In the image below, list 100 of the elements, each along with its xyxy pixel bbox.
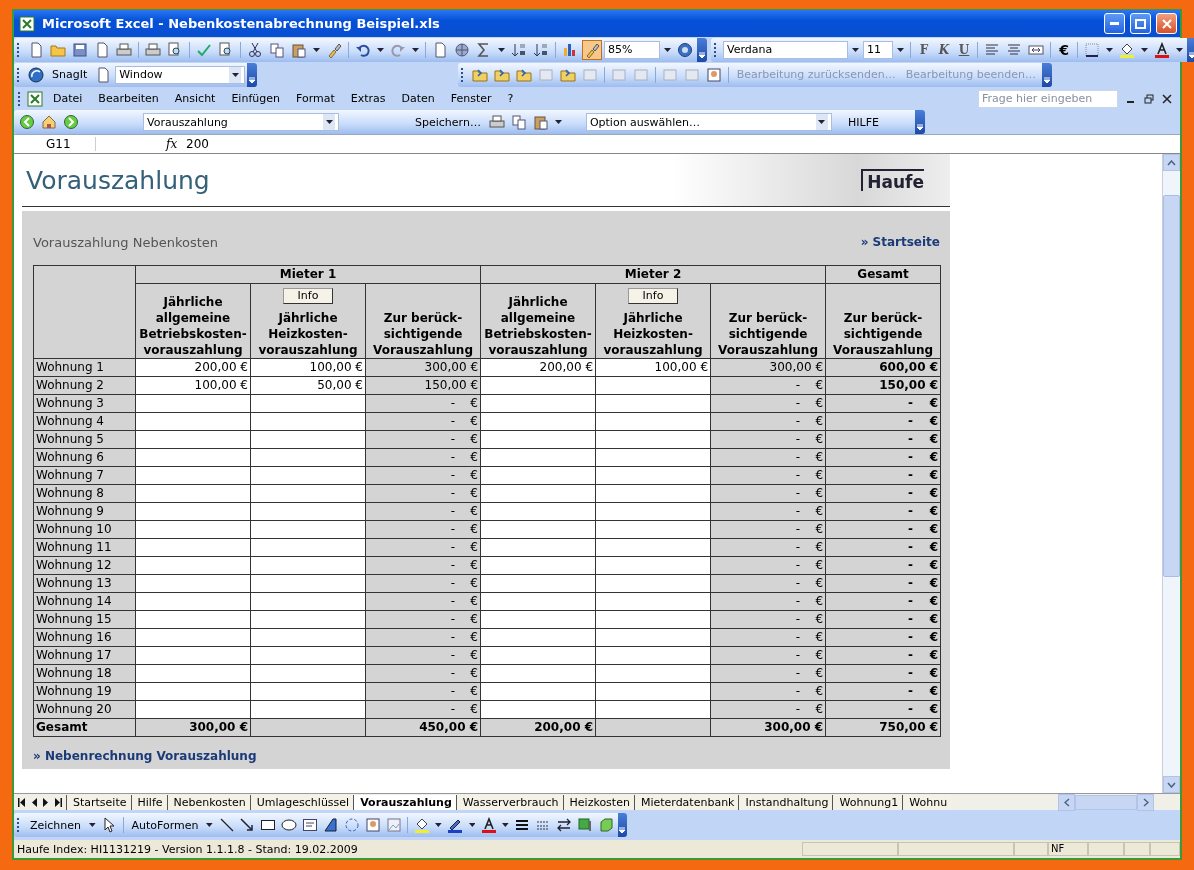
clip-art-icon[interactable] <box>363 815 383 835</box>
column-header-text: Jährliche Heizkosten- vorauszahlung <box>258 311 358 357</box>
caret-icon[interactable] <box>1176 47 1183 52</box>
excel-icon[interactable] <box>17 13 37 34</box>
info-button[interactable]: Info <box>282 288 334 304</box>
close-button[interactable] <box>1156 13 1177 34</box>
tab-scroll-icon[interactable] <box>54 797 62 807</box>
minimize-button[interactable] <box>1104 13 1125 34</box>
status-text: Haufe Index: HI1131219 - Version 1.1.1.8 - Stand: 19.02.2009 <box>17 842 358 856</box>
sheet-tab[interactable]: Heizkosten <box>562 794 634 810</box>
format-button[interactable]: F <box>915 42 933 57</box>
caret-icon[interactable] <box>502 823 509 827</box>
caret-icon[interactable] <box>435 823 442 827</box>
info-button[interactable]: Info <box>627 288 679 304</box>
format-button[interactable]: U <box>955 42 973 57</box>
horizontal-scrollbar[interactable] <box>1058 793 1154 811</box>
font-color-icon[interactable] <box>479 815 499 835</box>
maximize-button[interactable] <box>1130 13 1151 34</box>
minimize-icon <box>1110 22 1119 25</box>
status-panel <box>1088 842 1124 856</box>
sheet-tab[interactable]: Wohnung1 <box>832 794 903 810</box>
help-search-field[interactable]: Frage hier eingeben <box>978 89 1118 108</box>
sheet-tab[interactable]: Startseite <box>66 794 131 810</box>
draw-menu[interactable]: Zeichnen <box>25 818 85 832</box>
menu-item[interactable]: Bearbeiten <box>90 92 167 105</box>
snagit-icon[interactable] <box>26 64 46 85</box>
window-field[interactable]: Window <box>115 65 246 84</box>
caret-icon[interactable] <box>664 47 671 52</box>
toolbar-options-icon[interactable] <box>697 37 707 62</box>
caret-icon[interactable] <box>325 120 333 124</box>
menu-item[interactable]: Format <box>287 92 343 105</box>
sheet-tab[interactable]: Mieterdatenbank <box>633 794 739 810</box>
toolbar-options-icon[interactable] <box>915 110 925 134</box>
sheet-select[interactable]: Vorauszahlung <box>143 113 339 131</box>
caret-icon[interactable] <box>554 120 562 124</box>
caret-icon[interactable] <box>313 47 320 52</box>
caret-icon[interactable] <box>206 823 214 827</box>
caret-icon[interactable] <box>412 47 419 52</box>
status-indicator: NF <box>1048 842 1088 856</box>
maximize-icon <box>1135 18 1146 29</box>
caret-icon[interactable] <box>468 823 476 827</box>
autoshapes-menu[interactable]: AutoFormen <box>127 818 203 832</box>
caret-icon[interactable] <box>231 72 239 77</box>
sheet-tab[interactable]: Wohnu <box>902 794 952 810</box>
menu-item[interactable]: Daten <box>393 92 443 105</box>
zoom-field[interactable]: 85% <box>604 40 660 59</box>
forward-icon[interactable] <box>61 112 81 132</box>
caret-icon[interactable] <box>89 823 96 827</box>
caret-icon[interactable] <box>377 47 384 52</box>
menu-item[interactable]: Fenster <box>442 92 500 105</box>
sheet-tab[interactable]: Instandhaltung <box>738 794 833 810</box>
caret-icon[interactable] <box>852 47 859 52</box>
tab-scroll-icon[interactable] <box>18 797 26 807</box>
column-header-text: Jährliche allgemeine Betriebskosten- vorauszahlung <box>484 295 592 357</box>
option-select[interactable]: Option auswählen… <box>585 113 832 131</box>
toolbar-options-icon[interactable] <box>1187 37 1194 62</box>
save-button[interactable]: Speichern… <box>411 115 485 129</box>
subcalculation-link[interactable]: » Nebenrechnung Vorauszahlung <box>33 749 257 763</box>
scroll-left-icon[interactable] <box>1063 797 1070 807</box>
currency-button[interactable]: € <box>1055 41 1073 58</box>
column-header-text: Zur berück- sichtigende Vorauszahlung <box>373 311 473 357</box>
menu-item[interactable]: Datei <box>45 92 91 105</box>
column-header-text: Jährliche Heizkosten- vorauszahlung <box>603 311 703 357</box>
status-panel <box>1124 842 1150 856</box>
caret-icon[interactable] <box>1141 47 1148 52</box>
scroll-up-icon[interactable] <box>1167 159 1176 166</box>
drawing-icon[interactable] <box>582 39 602 60</box>
sheet-tab[interactable]: Nebenkosten <box>166 794 250 810</box>
status-panel <box>1150 842 1180 856</box>
formula-field[interactable]: 200 <box>186 137 209 151</box>
menu-item[interactable]: Ansicht <box>166 92 224 105</box>
toolbar-options-icon[interactable] <box>617 813 628 837</box>
sheet-tab[interactable]: Hilfe <box>130 794 167 810</box>
menu-item[interactable]: Einfügen <box>223 92 288 105</box>
menu-item[interactable]: ? <box>499 92 522 105</box>
restore-icon[interactable] <box>1144 93 1154 104</box>
font-size-field[interactable]: 11 <box>863 40 893 59</box>
caret-icon[interactable] <box>897 47 904 52</box>
function-button[interactable]: fx <box>166 137 182 151</box>
sheet-tab[interactable]: Wasserverbrauch <box>455 794 563 810</box>
toolbar-options-icon[interactable] <box>1042 62 1052 87</box>
toolbar-options-icon[interactable] <box>247 62 258 87</box>
help-button[interactable]: HILFE <box>844 115 883 129</box>
group-header: Gesamt <box>825 265 941 284</box>
back-icon[interactable] <box>17 112 37 132</box>
menu-item[interactable]: Extras <box>342 92 394 105</box>
caret-icon[interactable] <box>498 47 505 52</box>
scroll-down-icon[interactable] <box>1167 781 1176 788</box>
scroll-right-icon[interactable] <box>1142 797 1149 807</box>
vertical-scrollbar[interactable] <box>1162 154 1180 793</box>
format-button[interactable]: K <box>935 42 953 57</box>
start-page-link[interactable]: » Startseite <box>860 235 940 249</box>
caret-icon[interactable] <box>1106 47 1113 52</box>
sheet-tab[interactable]: Umlageschlüssel <box>249 794 354 810</box>
sheet-icon[interactable] <box>25 88 45 109</box>
caret-icon[interactable] <box>818 120 826 124</box>
font-field[interactable]: Verdana <box>723 40 848 59</box>
snagit-label[interactable]: SnagIt <box>48 68 92 81</box>
close-icon[interactable] <box>1162 93 1172 104</box>
sheet-tab[interactable]: Vorauszahlung <box>353 794 456 810</box>
